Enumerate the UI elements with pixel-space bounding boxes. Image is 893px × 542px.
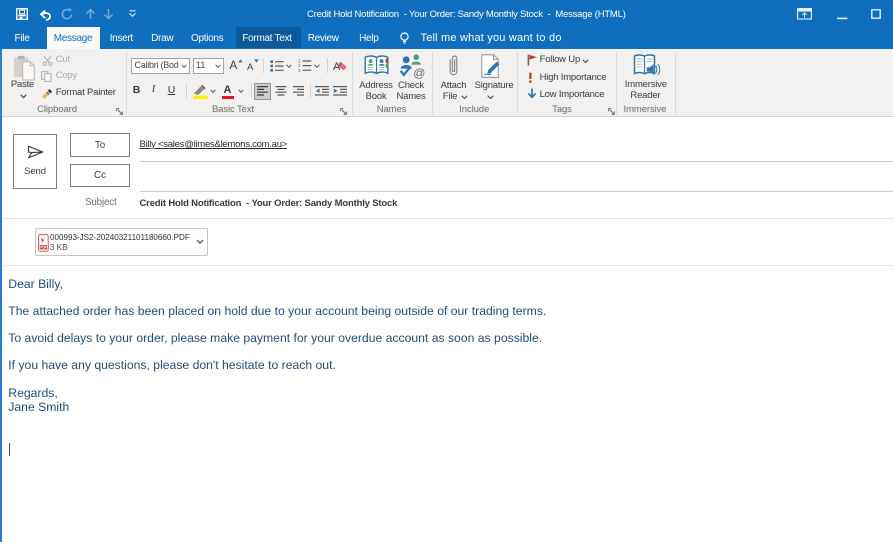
svg-text:@: @: [413, 66, 425, 80]
svg-text:PDF: PDF: [40, 245, 47, 249]
svg-text:3: 3: [298, 67, 301, 72]
